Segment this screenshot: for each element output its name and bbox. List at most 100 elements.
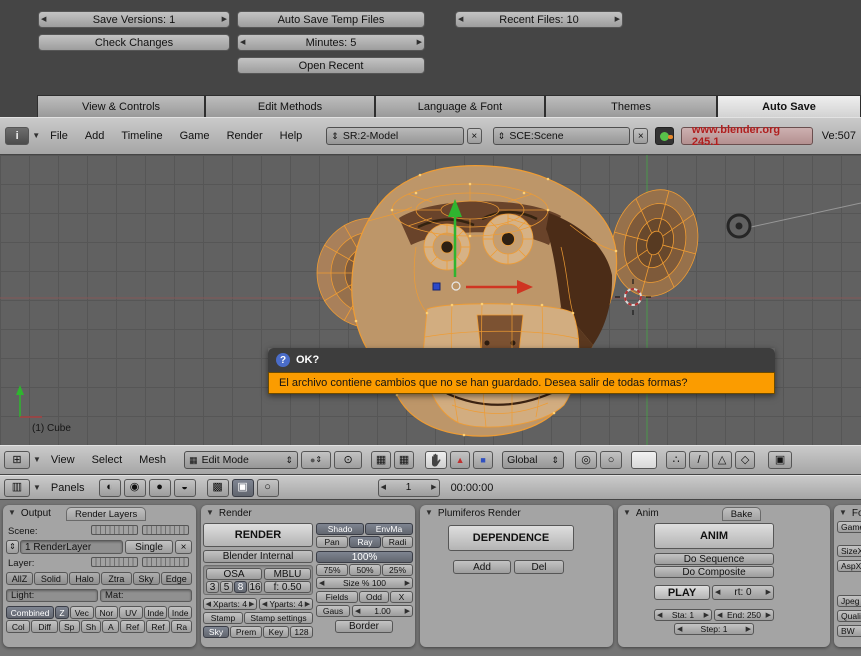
mat-field[interactable]: Mat: <box>100 589 192 602</box>
add-button[interactable]: Add <box>453 560 511 574</box>
size-25-button[interactable]: 25% <box>382 564 413 576</box>
pass-col[interactable]: Col <box>6 620 31 633</box>
menu-view[interactable]: View <box>44 454 82 466</box>
border-toggle[interactable]: Border <box>335 620 393 633</box>
sizex-stepper[interactable]: SizeX <box>837 545 861 557</box>
anim-panel-header[interactable]: ▼ Anim Bake <box>618 505 830 521</box>
select-mode-vertex-button[interactable]: ∴ <box>666 451 687 469</box>
dialog-confirm-option[interactable]: El archivo contiene cambios que no se ha… <box>268 372 775 394</box>
pass-diff[interactable]: Diff <box>31 620 58 633</box>
stamp-toggle[interactable]: Stamp <box>203 612 243 624</box>
tab-language-font[interactable]: Language & Font <box>375 95 545 117</box>
tab-render-layers[interactable]: Render Layers <box>65 507 147 521</box>
save-versions-stepper[interactable]: ◀ Save Versions: 1 ▶ <box>38 11 230 28</box>
stepper-right-icon[interactable]: ▶ <box>702 612 711 619</box>
tab-auto-save[interactable]: Auto Save <box>717 95 861 117</box>
layer-buttons-b[interactable]: ▦ <box>394 451 415 469</box>
pass-uv[interactable]: UV <box>119 606 143 619</box>
viewport-3d[interactable]: (1) Cube ? OK? El archivo contiene cambi… <box>0 155 861 445</box>
do-sequence-toggle[interactable]: Do Sequence <box>654 553 774 565</box>
pass-ao[interactable]: A <box>102 620 120 633</box>
scene-layer-grid-a[interactable] <box>91 525 138 535</box>
osa-5-button[interactable]: 5 <box>220 581 233 593</box>
stepper-left-icon[interactable]: ◀ <box>260 601 269 608</box>
toggle-ztra[interactable]: Ztra <box>101 572 132 585</box>
context-shading-button[interactable]: ● <box>148 478 171 497</box>
pass-combined[interactable]: Combined <box>6 606 54 619</box>
light-field[interactable]: Light: <box>6 589 98 602</box>
viewport-type-icon[interactable]: ⊞ <box>4 451 30 469</box>
dialog-header[interactable]: ? OK? <box>268 348 775 372</box>
context-object-button[interactable]: ◒ <box>173 478 196 497</box>
tab-themes[interactable]: Themes <box>545 95 717 117</box>
osa-toggle[interactable]: OSA <box>206 568 262 580</box>
scene-close-button[interactable]: × <box>633 128 649 144</box>
rt-stepper[interactable]: ◀ rt: 0 ▶ <box>712 585 774 600</box>
stepper-right-icon[interactable]: ▶ <box>613 16 622 23</box>
recent-files-stepper[interactable]: ◀ Recent Files: 10 ▶ <box>455 11 623 28</box>
header-collapse-icon[interactable]: ▼ <box>33 456 41 464</box>
pass-vec[interactable]: Vec <box>70 606 94 619</box>
occlude-button[interactable]: ◇ <box>735 451 756 469</box>
render-panel-header[interactable]: ▼ Render <box>201 505 415 521</box>
proportional-edit-button[interactable]: ◎ <box>575 451 598 469</box>
stepper-left-icon[interactable]: ◀ <box>238 39 247 46</box>
pass-index[interactable]: Inde <box>143 606 168 619</box>
stepper-right-icon[interactable]: ▶ <box>415 39 424 46</box>
pass-nor[interactable]: Nor <box>94 606 119 619</box>
buttons-window-type-icon[interactable]: ▥ <box>4 478 30 497</box>
pass-spec[interactable]: Sp <box>58 620 80 633</box>
yparts-stepper[interactable]: ◀ Yparts: 4 ▶ <box>259 598 313 610</box>
context-editing-button[interactable]: ▩ <box>206 478 229 497</box>
engine-dropdown[interactable]: Blender Internal <box>203 550 313 563</box>
renderlayer-grid-a[interactable] <box>91 557 138 567</box>
pass-refr[interactable]: Ref <box>145 620 171 633</box>
plumiferos-panel-header[interactable]: ▼ Plumiferos Render <box>420 505 613 521</box>
tab-view-controls[interactable]: View & Controls <box>37 95 205 117</box>
format-panel-header[interactable]: ▼ Form <box>834 505 861 521</box>
menu-file[interactable]: File <box>43 130 75 142</box>
menu-game[interactable]: Game <box>173 130 217 142</box>
do-composite-toggle[interactable]: Do Composite <box>654 566 774 578</box>
open-recent-button[interactable]: Open Recent <box>237 57 425 74</box>
jpeg-dropdown[interactable]: Jpeg <box>837 595 861 607</box>
snap-button[interactable]: ○ <box>600 451 623 469</box>
screen-close-button[interactable]: × <box>466 128 482 144</box>
pass-shad[interactable]: Sh <box>80 620 102 633</box>
dependence-button[interactable]: DEPENDENCE <box>448 525 574 551</box>
panel-collapse-icon[interactable]: ▼ <box>8 509 16 517</box>
envmap-toggle[interactable]: EnvMa <box>365 523 413 535</box>
size-75-button[interactable]: 75% <box>316 564 348 576</box>
menu-add[interactable]: Add <box>78 130 112 142</box>
menu-select[interactable]: Select <box>85 454 130 466</box>
scene-selector[interactable]: ⇕ SCE:Scene <box>492 127 631 145</box>
orientation-dropdown[interactable]: Global ⇕ <box>502 451 565 469</box>
renderlayer-name-field[interactable]: 1 RenderLayer <box>20 540 123 554</box>
stepper-left-icon[interactable]: ◀ <box>713 589 722 596</box>
gauss-toggle[interactable]: Gaus <box>316 605 350 617</box>
pivot-dropdown[interactable]: ⊙ <box>334 451 363 469</box>
stepper-right-icon[interactable]: ▶ <box>764 612 773 619</box>
viewport-canvas[interactable] <box>0 155 861 445</box>
game-framing-button[interactable]: Game f <box>837 521 861 533</box>
tab-edit-methods[interactable]: Edit Methods <box>205 95 375 117</box>
auto-save-temp-files-toggle[interactable]: Auto Save Temp Files <box>237 11 425 28</box>
stepper-right-icon[interactable]: ▶ <box>220 16 229 23</box>
pano-toggle[interactable]: Pan <box>316 536 348 548</box>
stepper-right-icon[interactable]: ▶ <box>247 601 256 608</box>
stepper-right-icon[interactable]: ▶ <box>744 626 753 633</box>
panel-collapse-icon[interactable]: ▼ <box>425 509 433 517</box>
render-button[interactable]: RENDER <box>203 523 313 547</box>
stepper-right-icon[interactable]: ▶ <box>429 484 438 491</box>
stepper-left-icon[interactable]: ◀ <box>715 612 724 619</box>
select-mode-edge-button[interactable]: / <box>689 451 710 469</box>
window-type-icon[interactable]: i <box>5 127 30 145</box>
header-collapse-icon[interactable]: ▼ <box>32 132 40 140</box>
context-world-button[interactable]: ○ <box>256 478 279 497</box>
del-button[interactable]: Del <box>514 560 564 574</box>
stepper-left-icon[interactable]: ◀ <box>39 16 48 23</box>
renderlayer-delete-button[interactable]: × <box>175 540 192 554</box>
manipulator-scale-button[interactable]: ■ <box>473 451 494 469</box>
stepper-left-icon[interactable]: ◀ <box>317 580 326 587</box>
bw-toggle[interactable]: BW <box>837 625 861 637</box>
